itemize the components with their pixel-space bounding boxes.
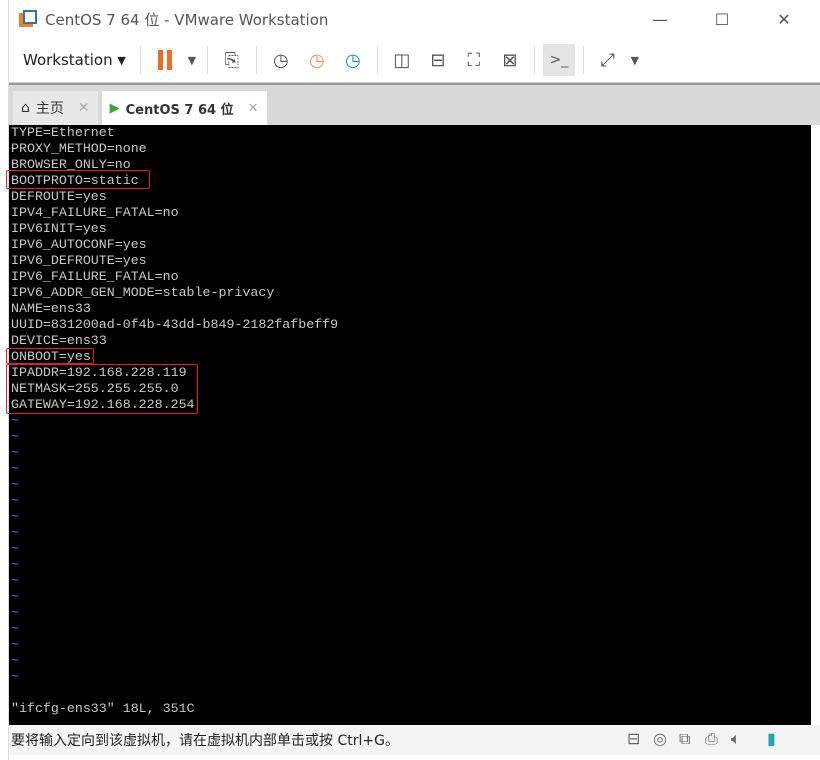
pause-button[interactable] bbox=[149, 44, 181, 76]
highlight-bootproto bbox=[6, 170, 150, 189]
close-button[interactable]: ✕ bbox=[761, 0, 807, 38]
divider bbox=[206, 46, 208, 74]
revert-snapshot-icon[interactable]: ◷ bbox=[301, 44, 333, 76]
notes-icon[interactable]: ▮ bbox=[767, 729, 776, 748]
hard-disk-icon[interactable]: ⊟ bbox=[627, 729, 640, 748]
maximize-button[interactable]: ☐ bbox=[699, 0, 745, 38]
stretch-icon[interactable]: ⤢ bbox=[592, 44, 624, 76]
divider bbox=[376, 46, 378, 74]
pause-icon bbox=[157, 50, 172, 70]
empty-line-tilde: ~ bbox=[11, 637, 19, 652]
send-ctrl-alt-del-icon[interactable]: ⎘ bbox=[216, 44, 248, 76]
status-bar: 要将输入定向到该虚拟机，请在虚拟机内部单击或按 Ctrl+G。 ⊟ ◎ ⧉ ⎙ … bbox=[9, 725, 820, 755]
config-line: UUID=831200ad-0f4b-43dd-b849-2182fafbeff… bbox=[11, 317, 339, 332]
highlight-network bbox=[6, 364, 198, 414]
empty-line-tilde: ~ bbox=[11, 573, 19, 588]
empty-line-tilde: ~ bbox=[11, 493, 19, 508]
workstation-label: Workstation bbox=[23, 51, 113, 69]
empty-line-tilde: ~ bbox=[11, 525, 19, 540]
empty-line-tilde: ~ bbox=[11, 541, 19, 556]
config-line: TYPE=Ethernet bbox=[11, 125, 115, 140]
empty-line-tilde: ~ bbox=[11, 653, 19, 668]
thumbnail-bar-icon[interactable]: ⊟ bbox=[422, 44, 454, 76]
empty-line-tilde: ~ bbox=[11, 477, 19, 492]
empty-line-tilde: ~ bbox=[11, 605, 19, 620]
printer-icon[interactable]: ⎙ bbox=[705, 729, 718, 749]
empty-line-tilde: ~ bbox=[11, 413, 19, 428]
empty-line-tilde: ~ bbox=[11, 669, 19, 684]
empty-line-tilde: ~ bbox=[11, 445, 19, 460]
tab-centos[interactable]: ▶ CentOS 7 64 位 ✕ bbox=[101, 91, 267, 125]
full-screen-icon[interactable]: ⛶ bbox=[458, 44, 490, 76]
config-line: PROXY_METHOD=none bbox=[11, 141, 147, 156]
stretch-dropdown-icon[interactable]: ▼ bbox=[628, 44, 642, 76]
config-line: IPV4_FAILURE_FATAL=no bbox=[11, 205, 179, 220]
config-line: IPV6_AUTOCONF=yes bbox=[11, 237, 147, 252]
empty-line-tilde: ~ bbox=[11, 461, 19, 476]
tab-label: CentOS 7 64 位 bbox=[125, 102, 234, 118]
tab-label: 主页 bbox=[35, 101, 64, 117]
minimize-button[interactable]: — bbox=[637, 0, 683, 38]
empty-line-tilde: ~ bbox=[11, 429, 19, 444]
home-icon: ⌂ bbox=[21, 100, 30, 116]
toolbar: Workstation ▼ ▼ ⎘ ◷ ◷ ◷ ◫ ⊟ ⛶ ⊠ >_ ⤢ ▼ bbox=[9, 38, 820, 83]
tab-bar: ⌂ 主页 ✕ ▶ CentOS 7 64 位 ✕ bbox=[9, 83, 820, 125]
empty-line-tilde: ~ bbox=[11, 509, 19, 524]
close-tab-icon[interactable]: ✕ bbox=[78, 100, 90, 116]
config-line: IPV6INIT=yes bbox=[11, 221, 107, 236]
power-dropdown-icon[interactable]: ▼ bbox=[185, 44, 199, 76]
config-line: IPV6_DEFROUTE=yes bbox=[11, 253, 147, 268]
snapshot-manager-icon[interactable]: ◷ bbox=[337, 44, 369, 76]
close-tab-icon[interactable]: ✕ bbox=[248, 101, 259, 116]
divider bbox=[582, 46, 584, 74]
divider bbox=[139, 46, 141, 74]
status-message: 要将输入定向到该虚拟机，请在虚拟机内部单击或按 Ctrl+G。 bbox=[11, 733, 399, 749]
network-icon[interactable]: ⧉ bbox=[679, 729, 690, 749]
empty-line-tilde: ~ bbox=[11, 621, 19, 636]
unity-icon[interactable]: ⊠ bbox=[494, 44, 526, 76]
vim-status-line: "ifcfg-ens33" 18L, 351C bbox=[11, 701, 195, 716]
empty-line-tilde: ~ bbox=[11, 557, 19, 572]
config-line: DEFROUTE=yes bbox=[11, 189, 107, 204]
vm-icon: ▶ bbox=[109, 100, 120, 116]
config-line: IPV6_ADDR_GEN_MODE=stable-privacy bbox=[11, 285, 275, 300]
title-bar: CentOS 7 64 位 - VMware Workstation — ☐ ✕ bbox=[9, 0, 820, 38]
snapshot-icon[interactable]: ◷ bbox=[265, 44, 297, 76]
config-line: NAME=ens33 bbox=[11, 301, 91, 316]
empty-line-tilde: ~ bbox=[11, 589, 19, 604]
config-line: DEVICE=ens33 bbox=[11, 333, 107, 348]
vmware-logo-icon bbox=[19, 10, 37, 28]
config-line: IPV6_FAILURE_FATAL=no bbox=[11, 269, 179, 284]
highlight-onboot bbox=[6, 348, 94, 364]
vmware-window: CentOS 7 64 位 - VMware Workstation — ☐ ✕… bbox=[6, 0, 820, 760]
console-view-icon[interactable]: >_ bbox=[542, 44, 575, 76]
workstation-menu[interactable]: Workstation ▼ bbox=[17, 44, 132, 76]
chevron-down-icon: ▼ bbox=[117, 53, 126, 67]
sound-icon[interactable]: 🔈︎ bbox=[731, 729, 741, 749]
divider bbox=[533, 46, 535, 74]
tab-home[interactable]: ⌂ 主页 ✕ bbox=[13, 91, 98, 125]
sidebar-toggle-icon[interactable]: ◫ bbox=[386, 44, 418, 76]
vm-console[interactable]: TYPE=Ethernet PROXY_METHOD=none BROWSER_ON… bbox=[6, 125, 811, 725]
divider bbox=[255, 46, 257, 74]
cd-icon[interactable]: ◎ bbox=[653, 729, 667, 748]
window-title: CentOS 7 64 位 - VMware Workstation bbox=[45, 10, 329, 29]
